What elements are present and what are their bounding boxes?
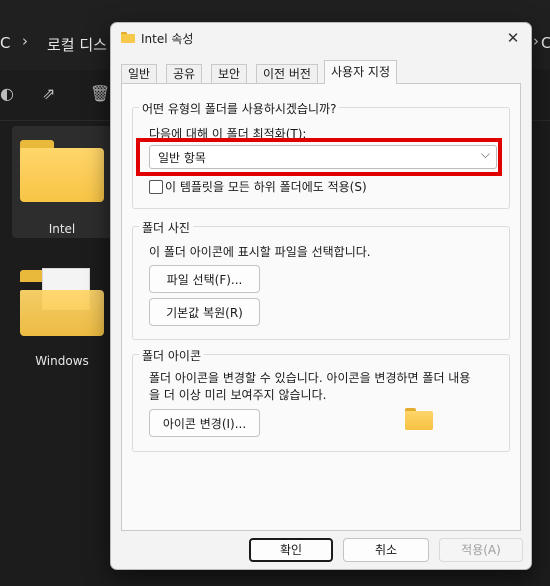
dialog-title-bar[interactable]: Intel 속성 ✕ [111, 23, 531, 55]
breadcrumb-chevron-icon: › [533, 32, 539, 50]
breadcrumb-prefix[interactable]: C [0, 34, 10, 52]
delete-icon[interactable]: 🗑 [90, 84, 110, 103]
restore-default-button[interactable]: 기본값 복원(R) [149, 298, 260, 326]
red-highlight-box [136, 138, 502, 176]
tab-security[interactable]: 보안 [211, 64, 248, 84]
group-title: 폴더 아이콘 [139, 347, 205, 364]
folder-icon [121, 32, 135, 43]
folder-icon-description-line1: 폴더 아이콘을 변경할 수 있습니다. 아이콘을 변경하면 폴더 내용 [149, 371, 471, 385]
apply-to-subfolders-label[interactable]: 이 템플릿을 모든 하위 폴더에도 적용(S) [165, 178, 367, 195]
intel-properties-dialog: Intel 속성 ✕ 일반 공유 보안 이전 버전 사용자 지정 어떤 유형의 … [110, 22, 532, 570]
folder-tile-windows[interactable]: Windows [12, 258, 112, 370]
apply-to-subfolders-checkbox[interactable] [149, 180, 163, 194]
apply-button[interactable]: 적용(A) [439, 538, 523, 562]
group-title: 폴더 사진 [139, 219, 193, 236]
folder-icons-group: 폴더 아이콘 폴더 아이콘을 변경할 수 있습니다. 아이콘을 변경하면 폴더 … [132, 347, 510, 452]
cancel-button[interactable]: 취소 [343, 538, 429, 562]
folder-tile-intel[interactable]: Intel [12, 126, 112, 238]
choose-file-button[interactable]: 파일 선택(F)... [149, 265, 260, 293]
folder-preview-icon [405, 408, 433, 430]
tab-customize[interactable]: 사용자 지정 [324, 60, 398, 84]
dialog-title: Intel 속성 [141, 32, 194, 46]
close-button[interactable]: ✕ [495, 23, 531, 53]
tab-sharing[interactable]: 공유 [166, 64, 203, 84]
group-title: 어떤 유형의 폴더를 사용하시겠습니까? [139, 100, 340, 117]
folder-label: Windows [35, 354, 89, 368]
folder-label: Intel [48, 222, 76, 236]
breadcrumb-local-disk[interactable]: 로컬 디스 [47, 34, 107, 55]
folder-icon [20, 140, 104, 202]
change-icon-button[interactable]: 아이콘 변경(I)... [149, 409, 260, 437]
folder-with-files-icon [20, 268, 104, 336]
breadcrumb-chevron-icon: › [22, 32, 28, 50]
folder-pictures-group: 폴더 사진 이 폴더 아이콘에 표시할 파일을 선택합니다. 파일 선택(F).… [132, 219, 510, 340]
breadcrumb-trailing[interactable]: C [541, 34, 550, 52]
ai-icon[interactable]: ◐ [0, 84, 14, 103]
tab-previous-versions[interactable]: 이전 버전 [256, 64, 318, 84]
tab-general[interactable]: 일반 [121, 64, 158, 84]
ok-button[interactable]: 확인 [249, 538, 333, 562]
share-icon[interactable]: ⇗ [42, 84, 55, 103]
folder-picture-description: 이 폴더 아이콘에 표시할 파일을 선택합니다. [149, 245, 371, 259]
folder-icon-description-line2: 을 더 이상 미리 보여주지 않습니다. [149, 388, 327, 402]
